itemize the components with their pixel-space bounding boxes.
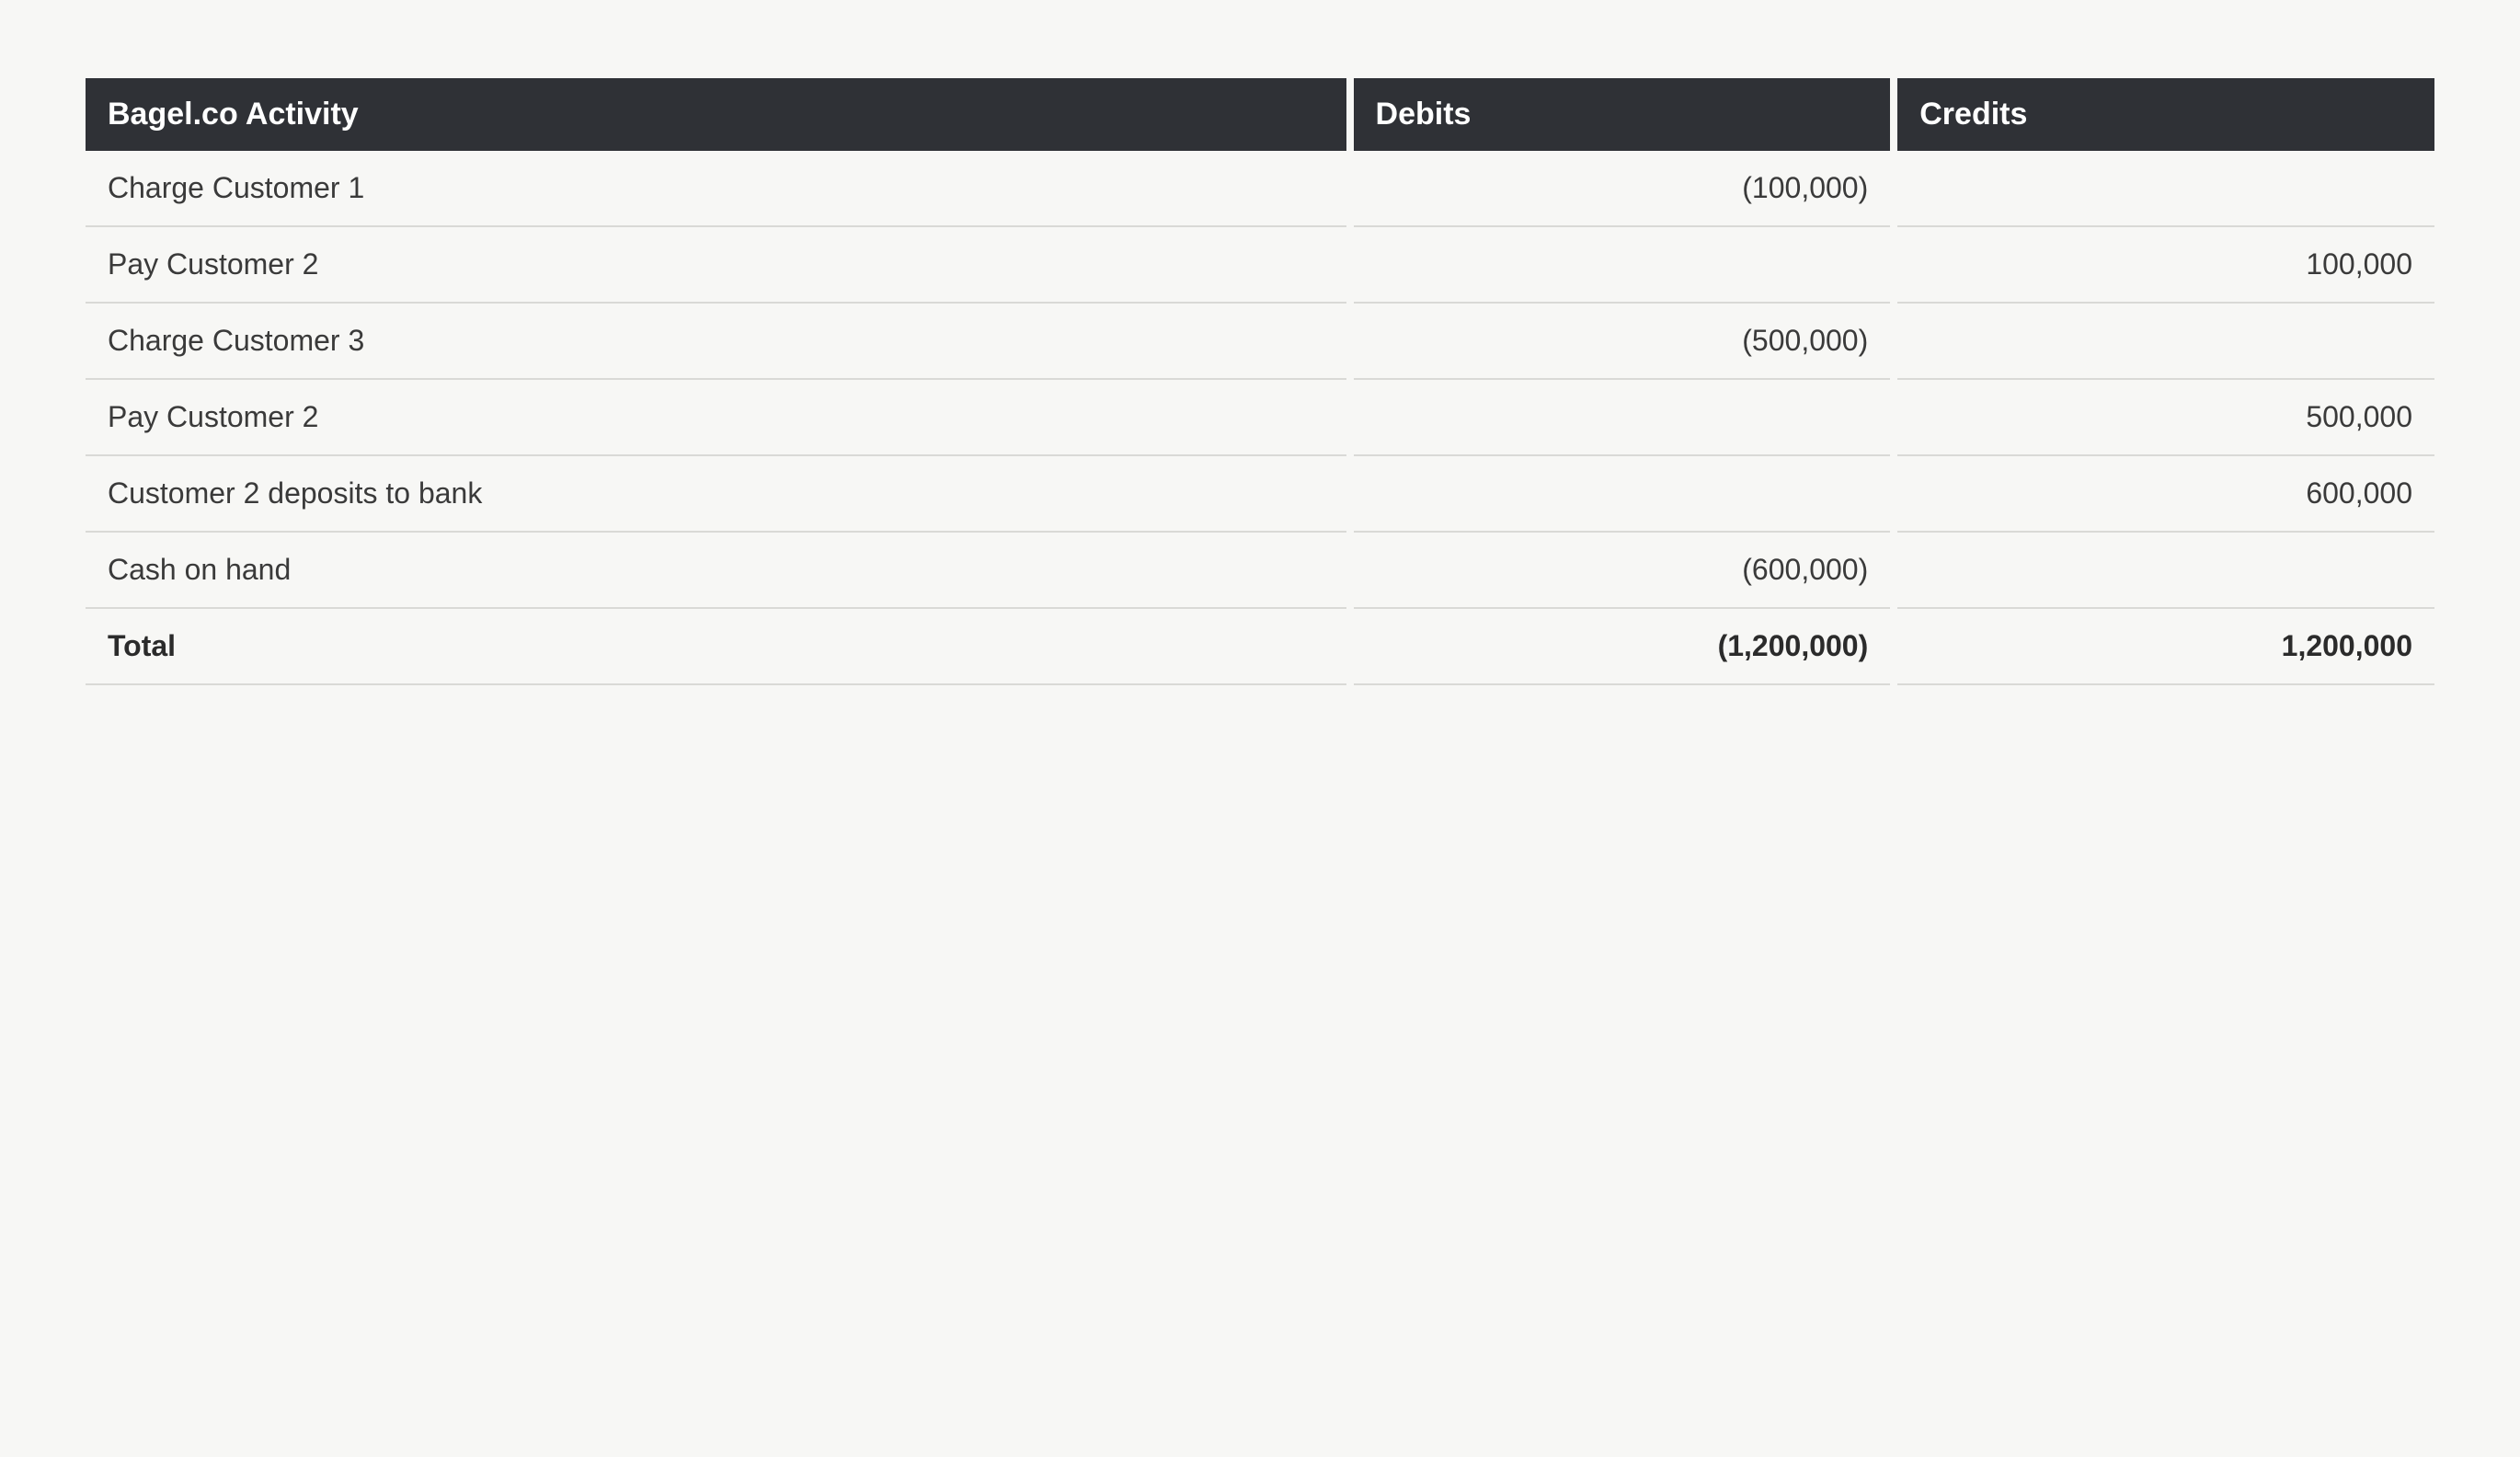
table-row: Cash on hand (600,000) bbox=[86, 533, 2434, 609]
activity-cell: Pay Customer 2 bbox=[86, 380, 1346, 456]
credits-cell: 600,000 bbox=[1897, 456, 2434, 533]
table-total-row: Total (1,200,000) 1,200,000 bbox=[86, 609, 2434, 685]
activity-cell: Pay Customer 2 bbox=[86, 227, 1346, 304]
credits-cell bbox=[1897, 533, 2434, 609]
credits-cell bbox=[1897, 304, 2434, 380]
activity-table: Bagel.co Activity Debits Credits Charge … bbox=[78, 78, 2442, 685]
debits-cell bbox=[1354, 380, 1891, 456]
debits-cell: (100,000) bbox=[1354, 151, 1891, 227]
total-credits: 1,200,000 bbox=[1897, 609, 2434, 685]
debits-cell: (500,000) bbox=[1354, 304, 1891, 380]
table-row: Charge Customer 1 (100,000) bbox=[86, 151, 2434, 227]
table-row: Pay Customer 2 500,000 bbox=[86, 380, 2434, 456]
total-debits: (1,200,000) bbox=[1354, 609, 1891, 685]
table-container: Bagel.co Activity Debits Credits Charge … bbox=[0, 0, 2520, 763]
col-header-activity: Bagel.co Activity bbox=[86, 78, 1346, 151]
total-label: Total bbox=[86, 609, 1346, 685]
table-row: Charge Customer 3 (500,000) bbox=[86, 304, 2434, 380]
table-row: Customer 2 deposits to bank 600,000 bbox=[86, 456, 2434, 533]
table-row: Pay Customer 2 100,000 bbox=[86, 227, 2434, 304]
credits-cell: 500,000 bbox=[1897, 380, 2434, 456]
activity-cell: Charge Customer 1 bbox=[86, 151, 1346, 227]
credits-cell: 100,000 bbox=[1897, 227, 2434, 304]
debits-cell: (600,000) bbox=[1354, 533, 1891, 609]
col-header-debits: Debits bbox=[1354, 78, 1891, 151]
credits-cell bbox=[1897, 151, 2434, 227]
activity-cell: Customer 2 deposits to bank bbox=[86, 456, 1346, 533]
activity-cell: Charge Customer 3 bbox=[86, 304, 1346, 380]
debits-cell bbox=[1354, 456, 1891, 533]
debits-cell bbox=[1354, 227, 1891, 304]
col-header-credits: Credits bbox=[1897, 78, 2434, 151]
table-header-row: Bagel.co Activity Debits Credits bbox=[86, 78, 2434, 151]
activity-cell: Cash on hand bbox=[86, 533, 1346, 609]
